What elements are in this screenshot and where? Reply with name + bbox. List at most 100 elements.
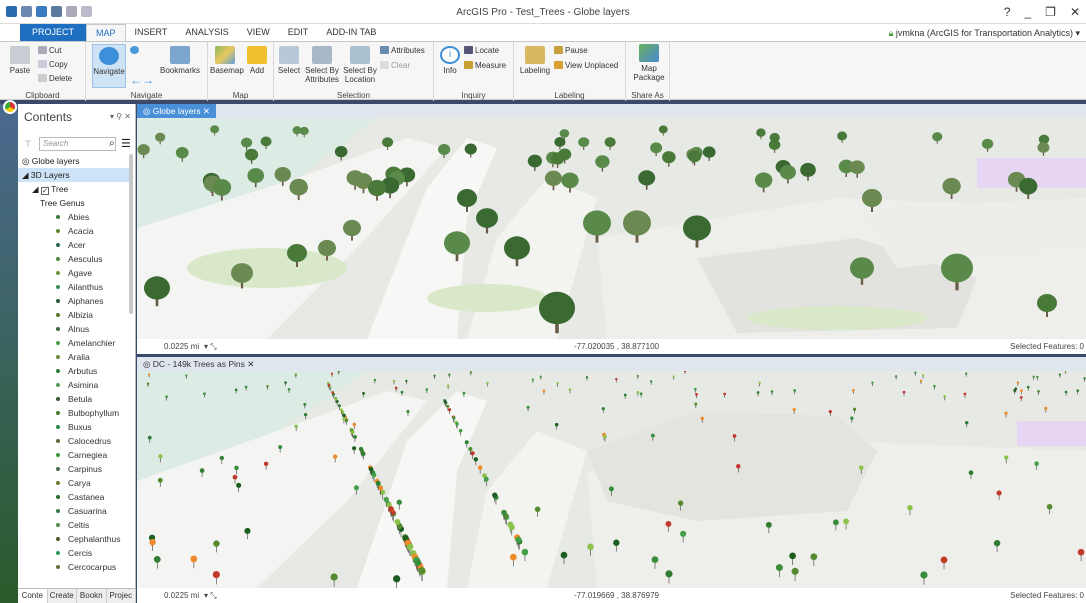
measure-button[interactable]: Measure [464,61,506,70]
select-icon [279,46,299,64]
legend-item: Acer [18,238,130,252]
close-icon[interactable]: ✕ [247,359,254,369]
select-by-location-button[interactable]: Select By Location [340,46,380,84]
legend-item-label: Carnegiea [68,450,108,460]
info-button[interactable]: i Info [438,46,462,75]
view-status-bar: 0.0225 mi ▾ ⤡ -77.020035 , 38.877100 Sel… [137,339,1086,354]
info-label: Info [443,66,457,75]
legend-item-label: Amelanchier [68,338,116,348]
minimize-button[interactable]: _ [1024,5,1031,19]
tab-analysis[interactable]: ANALYSIS [176,24,237,41]
scale-readout[interactable]: 0.0225 mi [164,588,199,603]
back-forward-icon[interactable]: ←→ [130,73,154,87]
legend-item-label: Asimina [68,380,99,390]
legend-item: Amelanchier [18,336,130,350]
close-icon[interactable]: ✕ [203,106,210,116]
tab-project[interactable]: PROJECT [20,24,87,41]
tab-view[interactable]: VIEW [238,24,279,41]
legend-item: Ailanthus [18,280,130,294]
delete-button[interactable]: Delete [38,74,72,83]
tab-contents[interactable]: Conte [18,589,48,603]
tab-project[interactable]: Projec [107,589,136,603]
expand-icon: ◢ [22,170,31,180]
share-group-label: Share As [631,91,664,100]
list-item-tree-genus: Tree Genus [18,196,130,210]
navigate-group-label: Navigate [130,91,163,100]
contents-search-input[interactable]: Search [39,137,116,151]
scene-tree-pins[interactable] [137,371,1086,588]
tab-create[interactable]: Create [48,589,77,603]
selection-group-label: Selection [337,91,370,100]
add-label: Add [249,66,265,75]
basemap-button[interactable]: Basemap [210,46,244,75]
view-unplaced-button[interactable]: View Unplaced [554,61,618,70]
tab-bookmarks[interactable]: Bookn [77,589,107,603]
menu-icon[interactable]: ☰ [121,137,131,150]
view-tab-globe-layers[interactable]: ◎ Globe layers ✕ [137,104,216,118]
tab-insert[interactable]: INSERT [126,24,177,41]
legend-item: Aiphanes [18,294,130,308]
user-label: jvmkna (ArcGIS for Transportation Analyt… [895,28,1080,38]
legend-item: Castanea [18,490,130,504]
scene-3d-trees[interactable] [137,118,1086,339]
selected-features[interactable]: Selected Features: 0 [1010,339,1084,354]
legend-item: Aralia [18,350,130,364]
legend-swatch-icon [56,327,60,331]
filter-icon[interactable]: ⊤ [24,139,32,150]
close-button[interactable]: ✕ [1070,5,1080,19]
view-status-bar: 0.0225 mi ▾ ⤡ -77.019669 , 38.876979 Sel… [137,588,1086,603]
bookmarks-button[interactable]: Bookmarks [158,46,202,75]
scale-dropdown-icon[interactable]: ▾ ⤡ [204,588,217,603]
add-button[interactable]: Add [244,46,270,75]
view-tab-dc-trees[interactable]: ◎ DC - 149k Trees as Pins ✕ [137,357,261,371]
legend-item: Abies [18,210,130,224]
visibility-checkbox[interactable]: ✓ [40,187,49,195]
locate-label: Locate [475,46,500,55]
locate-button[interactable]: Locate [464,46,499,55]
contents-title: Contents [24,110,73,124]
clear-button[interactable]: Clear [380,61,410,70]
genus-legend: Abies Acacia Acer Aesculus Agave Ailanthus Aip… [18,210,130,574]
restore-button[interactable]: ❐ [1045,5,1056,19]
selected-features[interactable]: Selected Features: 0 [1010,588,1084,603]
select-by-location-icon [350,46,370,64]
pause-button[interactable]: Pause [554,46,588,55]
paste-button[interactable]: Paste [6,46,34,75]
scale-dropdown-icon[interactable]: ▾ ⤡ [204,339,217,354]
list-item-tree-layer[interactable]: ◢ ✓ Tree [18,182,130,196]
legend-swatch-icon [56,509,60,513]
tab-edit[interactable]: EDIT [279,24,318,41]
legend-item: Carnegiea [18,448,130,462]
attributes-button[interactable]: Attributes [380,46,425,55]
legend-item: Carpinus [18,462,130,476]
copy-button[interactable]: Copy [38,60,68,69]
globe-tab-icon: ◎ [143,106,153,116]
scale-readout[interactable]: 0.0225 mi [164,339,199,354]
cut-button[interactable]: Cut [38,46,61,55]
legend-item: Buxus [18,420,130,434]
user-account[interactable]: 🔒︎ jvmkna (ArcGIS for Transportation Ana… [889,28,1080,39]
chrome-icon[interactable] [3,100,17,114]
globe-icon[interactable] [130,46,141,55]
select-by-attributes-button[interactable]: Select By Attributes [302,46,342,84]
select-button[interactable]: Select [276,46,302,75]
legend-item: Arbutus [18,364,130,378]
navigate-button[interactable]: Navigate [92,44,126,88]
list-item-3d-layers[interactable]: ◢ 3D Layers [18,168,130,182]
tab-map[interactable]: MAP [86,24,126,41]
list-item-globe-layers[interactable]: ◎ Globe layers [18,154,130,168]
legend-item-label: Buxus [68,422,92,432]
legend-swatch-icon [56,383,60,387]
map-package-button[interactable]: Map Package [630,44,668,82]
search-icon[interactable]: ⌕ [109,138,115,149]
contents-list: ◎ Globe layers ◢ 3D Layers ◢ ✓ Tree Tree… [18,154,130,574]
legend-item-label: Aiphanes [68,296,104,306]
labeling-button[interactable]: Labeling [518,46,552,75]
list-item-label: Tree [51,184,69,194]
contents-scrollbar[interactable] [129,154,133,314]
tab-add-in[interactable]: ADD-IN TAB [317,24,385,41]
help-button[interactable]: ? [1004,5,1011,19]
globe-view: ◎ Globe layers ✕ 0.0225 mi ▾ ⤡ -77.02003… [137,104,1086,354]
labeling-group-label: Labeling [554,91,585,100]
contents-pane-controls[interactable]: ▾ ⚲ ✕ [110,112,131,121]
